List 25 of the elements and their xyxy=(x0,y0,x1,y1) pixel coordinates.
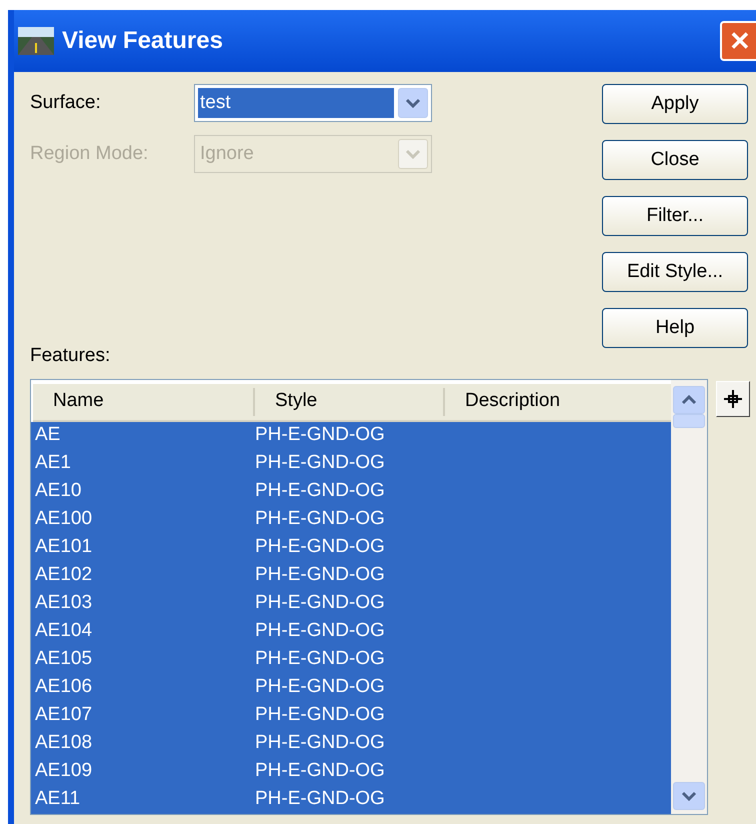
crosshair-icon xyxy=(723,388,743,408)
dialog-button[interactable]: Help xyxy=(602,308,748,348)
road-icon xyxy=(18,27,54,55)
region-mode-label: Region Mode: xyxy=(30,142,150,166)
dialog-button[interactable]: Edit Style... xyxy=(602,252,748,292)
surface-dropdown[interactable]: test xyxy=(194,84,432,122)
scroll-down-button[interactable] xyxy=(673,782,705,810)
crosshair-button[interactable] xyxy=(716,380,750,416)
dialog-button[interactable]: Close xyxy=(602,140,748,180)
column-header[interactable]: Name xyxy=(33,388,255,416)
chevron-up-icon xyxy=(681,394,697,404)
scroll-thumb[interactable] xyxy=(673,414,705,428)
chevron-down-icon xyxy=(405,149,421,159)
chevron-down-icon xyxy=(681,790,697,800)
features-label: Features: xyxy=(30,344,112,368)
column-header[interactable]: Description xyxy=(445,388,671,416)
close-button[interactable]: ✕ xyxy=(720,21,756,61)
chevron-down-icon xyxy=(405,98,421,108)
dialog-button[interactable]: Filter... xyxy=(602,196,748,236)
scroll-up-button[interactable] xyxy=(673,386,705,414)
column-header[interactable]: Style xyxy=(255,388,445,416)
surface-label: Surface: xyxy=(30,90,102,115)
dialog-button[interactable]: Apply xyxy=(602,84,748,124)
scrollbar[interactable] xyxy=(671,380,707,814)
window-title: View Features xyxy=(62,26,223,56)
